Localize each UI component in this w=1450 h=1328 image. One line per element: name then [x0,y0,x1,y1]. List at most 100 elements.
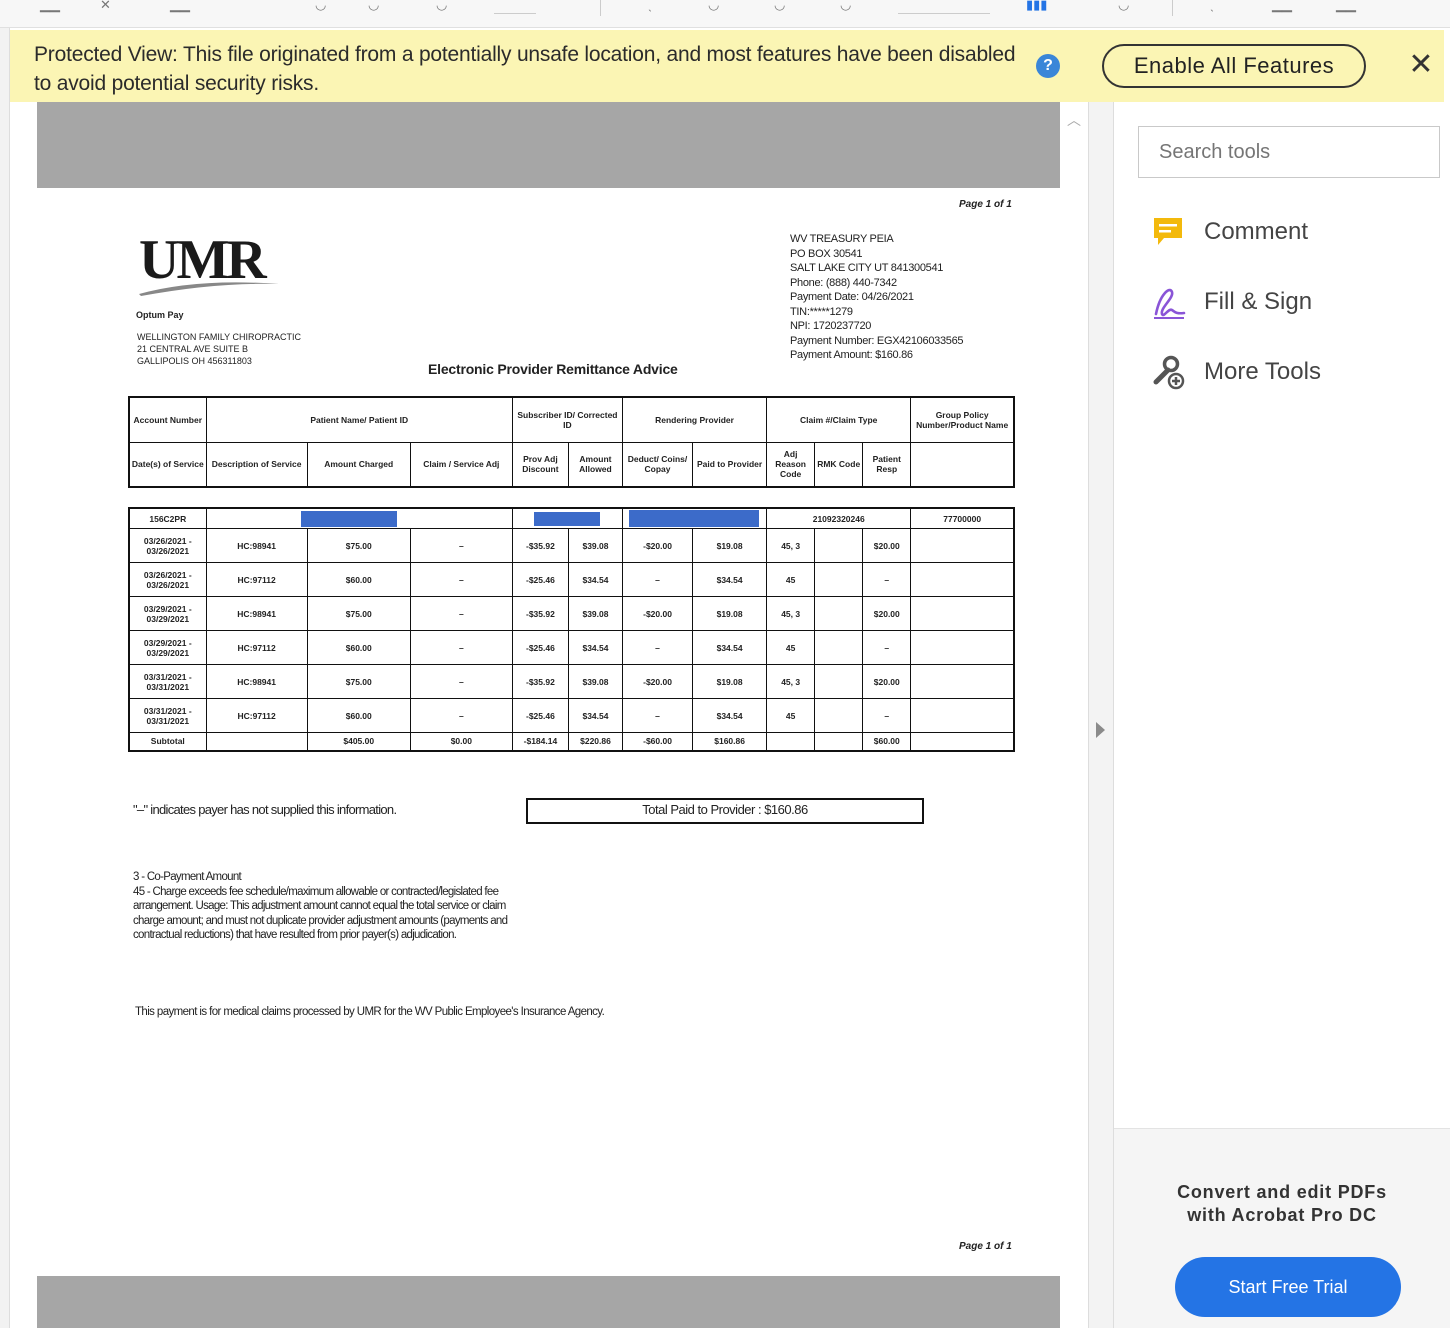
payer-address-line: TIN:*****1279 [790,305,853,318]
table-cell: 45 [766,630,816,665]
vertical-scrollbar[interactable]: ︿ [1060,102,1088,1328]
tool-icon[interactable]: ▁▁ [1336,0,1356,14]
table-cell: -$20.00 [621,528,694,563]
tool-comment[interactable]: Comment [1150,214,1430,254]
payer-address-line: WV TREASURY PEIA [790,233,894,245]
total-paid-box: Total Paid to Provider : $160.86 [526,798,924,824]
select-icon[interactable]: ˎ [648,0,652,14]
redaction-block [300,510,397,527]
zoom-out-icon[interactable]: ◡ [708,0,719,14]
header-cell [910,441,1015,488]
rendering-provider-cell [621,507,768,529]
print-icon[interactable]: ▁▁ [170,0,190,14]
tool-label: Comment [1204,218,1309,245]
table-cell: $75.00 [306,664,411,699]
reason-codes: 3 - Co-Payment Amount 45 - Charge exceed… [133,870,513,943]
left-nav-pane [0,28,10,1328]
zoom-icon[interactable]: ◡ [840,0,851,14]
table-cell: $20.00 [862,528,912,563]
claim-number: 21092320246 [766,507,912,529]
protected-view-message-line1: Protected View: This file originated fro… [34,43,1016,66]
payer-address-line: Phone: (888) 440-7342 [790,276,897,289]
tool-icon[interactable]: ▁▁ [1272,0,1292,14]
subtotal-cell: $220.86 [567,732,624,751]
provider-address-line: 21 CENTRAL AVE SUITE B [137,344,249,354]
subtotal-cell: $405.00 [306,732,411,751]
payer-address-line: SALT LAKE CITY UT 841300541 [790,262,944,274]
subtotal-row: Subtotal $405.00 $0.00 -$184.14 $220.86 -$60.… [128,732,1015,751]
table-cell: – [409,664,513,699]
table-cell: $34.54 [692,562,768,597]
tool-icon[interactable]: ✕ [100,0,111,14]
tool-label: Fill & Sign [1204,288,1313,315]
table-cell: $34.54 [692,698,768,733]
tool-label: More Tools [1204,358,1321,385]
table-cell: – [862,698,912,733]
table-cell: HC:98941 [205,528,308,563]
table-cell: – [862,630,912,665]
table-cell: – [409,562,513,597]
scroll-up-icon[interactable]: ︿ [1067,110,1081,130]
menu-icon[interactable]: ▁▁ [40,0,60,14]
optum-pay-label: Optum Pay [136,310,184,320]
table-cell [910,528,1015,563]
fill-sign-icon [1154,288,1186,319]
page-number-field[interactable] [494,0,536,14]
table-cell: $19.08 [692,528,768,563]
tool-icon[interactable]: ˎ [1210,0,1214,14]
zoom-field[interactable] [898,0,990,14]
tool-fill-sign[interactable]: Fill & Sign [1150,284,1430,324]
page-down-icon[interactable]: ◡ [436,0,447,14]
table-cell: – [409,630,513,665]
table-cell: $34.54 [692,630,768,665]
table-row: 03/29/2021 - 03/29/2021 HC:97112 $60.00– -$… [128,630,1015,665]
payer-address-line: Payment Amount: $160.86 [790,349,913,361]
header-cell: Amount Allowed [567,441,623,488]
help-icon[interactable]: ? [1036,54,1060,78]
table-cell: -$25.46 [511,698,569,733]
table-cell: $19.08 [692,664,768,699]
table-row: 03/26/2021 - 03/26/2021 HC:98941 $75.00– -$… [128,528,1015,563]
table-cell: 45, 3 [766,664,816,699]
table-cell: $20.00 [862,664,912,699]
table-cell: -$35.92 [511,528,569,563]
page-up-icon[interactable]: ◡ [368,0,379,14]
table-cell [814,630,864,665]
promo-text: Convert and edit PDFs with Acrobat Pro D… [1114,1181,1450,1227]
table-cell [910,596,1015,631]
search-tools-input[interactable] [1138,126,1440,178]
table-cell: – [621,630,694,665]
fit-page-icon[interactable]: ▮▮▮ [1026,0,1047,14]
close-icon[interactable]: ✕ [1406,48,1436,82]
header-cell: Prov Adj Discount [511,441,569,488]
toolbar-divider [600,0,601,16]
table-row: 03/26/2021 - 03/26/2021 HC:97112 $60.00– -$… [128,562,1015,597]
collapse-right-pane-icon[interactable] [1096,722,1105,738]
subtotal-cell: $0.00 [409,732,513,751]
search-icon[interactable]: ◡ [315,0,326,14]
table-cell [910,562,1015,597]
subtotal-cell [766,732,816,751]
provider-address-line: GALLIPOLIS OH 456311803 [137,356,252,366]
start-free-trial-button[interactable]: Start Free Trial [1175,1257,1401,1317]
payer-address-line: Payment Date: 04/26/2021 [790,291,914,303]
payer-address-line: Payment Number: EGX42106033565 [790,334,964,347]
reason-code-3: 3 - Co-Payment Amount [133,871,242,883]
header-cell: Claim / Service Adj [409,441,513,488]
table-cell: $20.00 [862,596,912,631]
table-row: 03/31/2021 - 03/31/2021 HC:97112 $60.00– -$… [128,698,1015,733]
table-cell [910,630,1015,665]
enable-all-features-button[interactable]: Enable All Features [1102,44,1366,88]
tool-more-tools[interactable]: More Tools [1150,354,1430,394]
table-cell: 03/31/2021 - 03/31/2021 [128,664,207,699]
table-cell: HC:97112 [205,698,308,733]
table-row: 03/31/2021 - 03/31/2021 HC:98941 $75.00– -$… [128,664,1015,699]
header-cell: Deduct/ Coins/ Copay [621,441,694,488]
tool-icon[interactable]: ◡ [1118,0,1129,14]
zoom-in-icon[interactable]: ◡ [774,0,785,14]
panel-divider[interactable] [1088,102,1114,1328]
acrobat-window: ▁▁ ✕ ▁▁ ◡ ◡ ◡ ˎ ◡ ◡ ◡ ▮▮▮ ◡ ˎ ▁▁ ▁▁ Prot… [0,0,1450,1328]
table-cell: -$25.46 [511,562,569,597]
header-cell: Adj Reason Code [766,441,816,488]
table-cell: 03/31/2021 - 03/31/2021 [128,698,207,733]
